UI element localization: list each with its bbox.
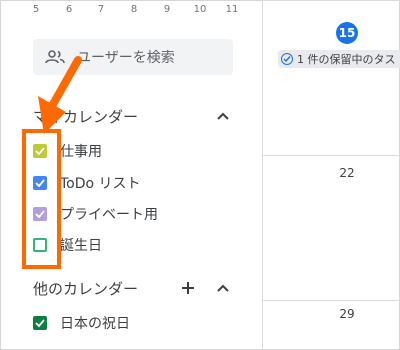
other-calendars-title[interactable]: 他のカレンダー [33, 278, 138, 299]
pending-tasks-chip[interactable]: 1 件の保留中のタス [278, 50, 400, 68]
calendar-label: 誕生日 [60, 238, 102, 254]
pending-tasks-label: 1 件の保留中のタス [297, 53, 396, 66]
checkbox-checked[interactable] [33, 316, 47, 330]
calendar-label: プライベート用 [60, 207, 158, 223]
mini-day[interactable]: 9 [157, 4, 177, 15]
calendar-label: 仕事用 [60, 144, 102, 160]
task-check-icon [281, 53, 293, 65]
today-date-badge[interactable]: 15 [336, 22, 358, 44]
annotation-arrow-icon [38, 56, 82, 134]
grid-line [262, 155, 400, 156]
chevron-up-icon[interactable] [215, 280, 231, 296]
search-placeholder: ユーザーを検索 [77, 50, 175, 66]
mini-day[interactable]: 11 [222, 4, 242, 15]
grid-line [262, 0, 400, 1]
day-number[interactable]: 22 [332, 166, 362, 180]
mini-day[interactable]: 6 [59, 4, 79, 15]
plus-icon[interactable] [180, 280, 196, 296]
chevron-up-icon[interactable] [215, 108, 231, 124]
mini-day[interactable]: 5 [26, 4, 46, 15]
calendar-label: ToDo リスト [60, 176, 141, 192]
grid-line [262, 300, 400, 301]
day-number[interactable]: 29 [332, 307, 362, 321]
check-icon [35, 319, 45, 328]
mini-day[interactable]: 10 [190, 4, 210, 15]
calendar-label: 日本の祝日 [60, 316, 130, 332]
mini-day[interactable]: 8 [124, 4, 144, 15]
annotation-highlight-box [22, 129, 61, 269]
calendar-item-japan-holidays[interactable]: 日本の祝日 [33, 311, 130, 335]
mini-day[interactable]: 7 [91, 4, 111, 15]
grid-divider [262, 0, 263, 350]
